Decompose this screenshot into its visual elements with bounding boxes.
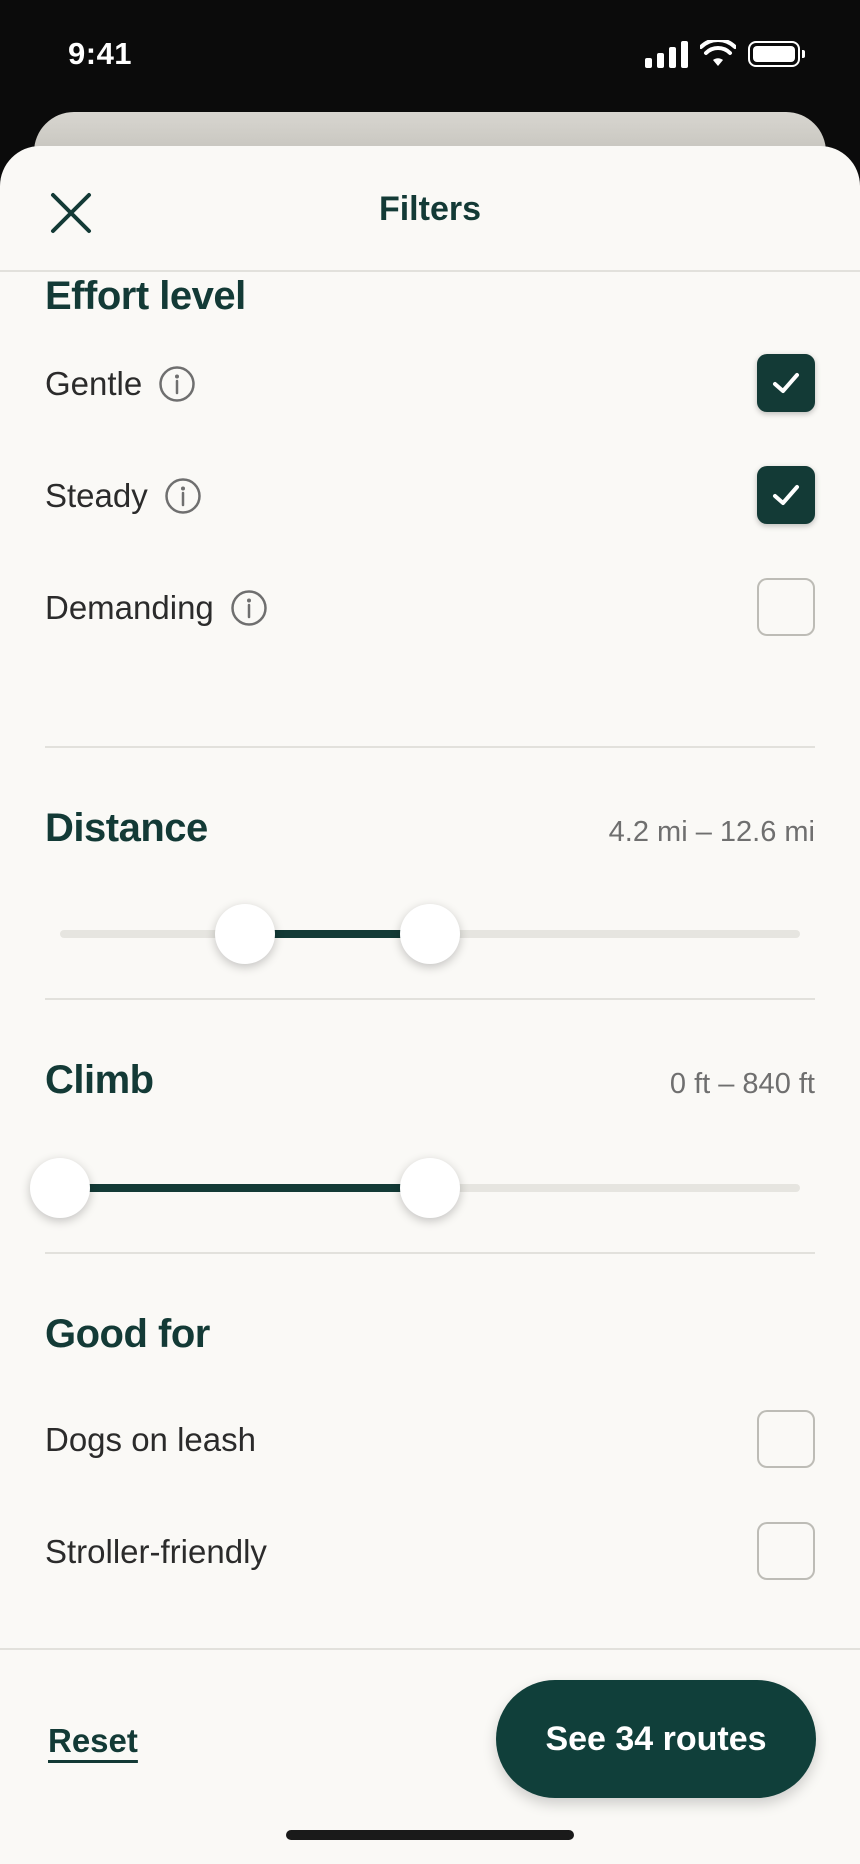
- option-label: Dogs on leash: [45, 1421, 256, 1458]
- gentle-checkbox[interactable]: [757, 354, 815, 412]
- status-bar: 9:41: [0, 0, 860, 112]
- climb-range-value: 0 ft – 840 ft: [669, 1068, 815, 1100]
- distance-slider[interactable]: [60, 904, 800, 964]
- effort-option-demanding[interactable]: Demanding: [45, 578, 815, 638]
- effort-title: Effort level: [45, 274, 246, 318]
- distance-min-thumb[interactable]: [215, 904, 275, 964]
- info-icon[interactable]: [158, 365, 196, 403]
- effort-option-steady[interactable]: Steady: [45, 466, 815, 526]
- good-for-option-dogs[interactable]: Dogs on leash: [45, 1410, 815, 1470]
- battery-icon: [748, 41, 805, 67]
- option-label: Stroller-friendly: [45, 1533, 267, 1570]
- good-for-section: Good for: [45, 1312, 815, 1357]
- dogs-checkbox[interactable]: [757, 1410, 815, 1468]
- divider: [45, 998, 815, 1000]
- demanding-checkbox[interactable]: [757, 578, 815, 636]
- effort-option-gentle[interactable]: Gentle: [45, 354, 815, 414]
- climb-min-thumb[interactable]: [30, 1158, 90, 1218]
- climb-title: Climb: [45, 1058, 154, 1102]
- status-icons: [645, 40, 805, 68]
- effort-section: Effort level: [45, 274, 815, 319]
- divider: [45, 1252, 815, 1254]
- footer-bar: Reset See 34 routes: [0, 1648, 860, 1864]
- steady-checkbox[interactable]: [757, 466, 815, 524]
- status-time: 9:41: [68, 36, 133, 71]
- climb-max-thumb[interactable]: [400, 1158, 460, 1218]
- divider: [45, 746, 815, 748]
- info-icon[interactable]: [230, 589, 268, 627]
- reset-button[interactable]: Reset: [48, 1722, 138, 1760]
- stroller-checkbox[interactable]: [757, 1522, 815, 1580]
- info-icon[interactable]: [164, 477, 202, 515]
- wifi-icon: [700, 40, 736, 66]
- filters-sheet: Filters Effort level Gentle Steady Deman…: [0, 146, 860, 1864]
- good-for-option-stroller[interactable]: Stroller-friendly: [45, 1522, 815, 1582]
- check-icon: [773, 373, 799, 393]
- option-label: Demanding: [45, 589, 214, 626]
- distance-header: Distance 4.2 mi – 12.6 mi: [45, 806, 815, 851]
- sheet-header: Filters: [0, 146, 860, 272]
- check-icon: [773, 485, 799, 505]
- option-label: Steady: [45, 477, 148, 514]
- page-title: Filters: [378, 190, 482, 228]
- distance-title: Distance: [45, 806, 208, 850]
- climb-header: Climb 0 ft – 840 ft: [45, 1058, 815, 1103]
- cellular-signal-icon: [645, 40, 688, 68]
- distance-max-thumb[interactable]: [400, 904, 460, 964]
- distance-range-value: 4.2 mi – 12.6 mi: [608, 816, 815, 848]
- home-indicator: [286, 1830, 574, 1840]
- climb-slider[interactable]: [30, 1158, 800, 1218]
- slider-active-range: [60, 1184, 430, 1192]
- good-for-title: Good for: [45, 1312, 210, 1356]
- option-label: Gentle: [45, 365, 143, 402]
- see-routes-button[interactable]: See 34 routes: [496, 1680, 816, 1798]
